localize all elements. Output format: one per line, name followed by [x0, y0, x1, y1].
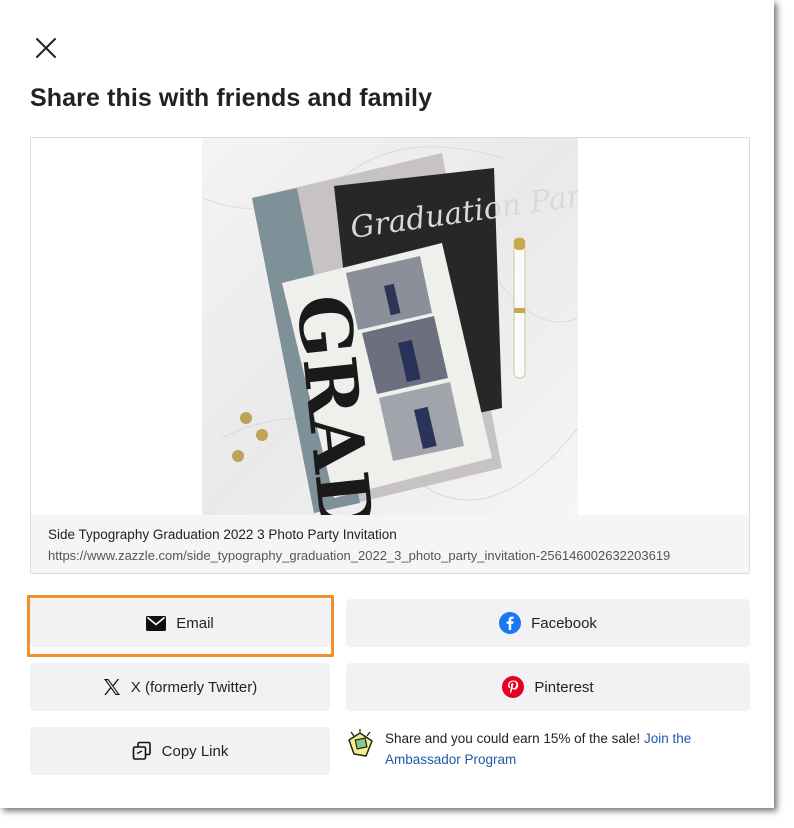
- share-dialog: Share this with friends and family Gradu…: [0, 0, 774, 808]
- pinterest-label: Pinterest: [534, 678, 594, 696]
- pinterest-icon: [502, 676, 525, 698]
- twitter-label: X (formerly Twitter): [130, 678, 258, 696]
- facebook-label: Facebook: [531, 614, 597, 632]
- email-label: Email: [176, 614, 214, 632]
- product-url[interactable]: https://www.zazzle.com/side_typography_g…: [48, 548, 670, 563]
- ambassador-promo-text: Share and you could earn 15% of the sale…: [385, 728, 715, 770]
- email-button[interactable]: Email: [30, 599, 330, 647]
- facebook-icon: [499, 612, 522, 634]
- product-preview-card: Graduation Party GRAD Side Typography Gr…: [30, 137, 750, 574]
- promo-message: Share and you could earn 15% of the sale…: [385, 731, 644, 746]
- copy-link-button[interactable]: Copy Link: [30, 727, 330, 775]
- copy-link-label: Copy Link: [161, 742, 229, 760]
- pinterest-button[interactable]: Pinterest: [346, 663, 750, 711]
- facebook-button[interactable]: Facebook: [346, 599, 750, 647]
- envelope-icon: [146, 615, 167, 631]
- twitter-button[interactable]: X (formerly Twitter): [30, 663, 330, 711]
- card-footer: [31, 515, 749, 573]
- x-logo-icon: [103, 678, 121, 696]
- copy-link-icon: [132, 741, 152, 761]
- product-title: Side Typography Graduation 2022 3 Photo …: [48, 527, 397, 542]
- product-image: Graduation Party GRAD: [202, 138, 578, 515]
- close-icon[interactable]: [34, 36, 58, 60]
- dialog-title: Share this with friends and family: [30, 84, 433, 112]
- ambassador-badge-icon: [346, 728, 376, 760]
